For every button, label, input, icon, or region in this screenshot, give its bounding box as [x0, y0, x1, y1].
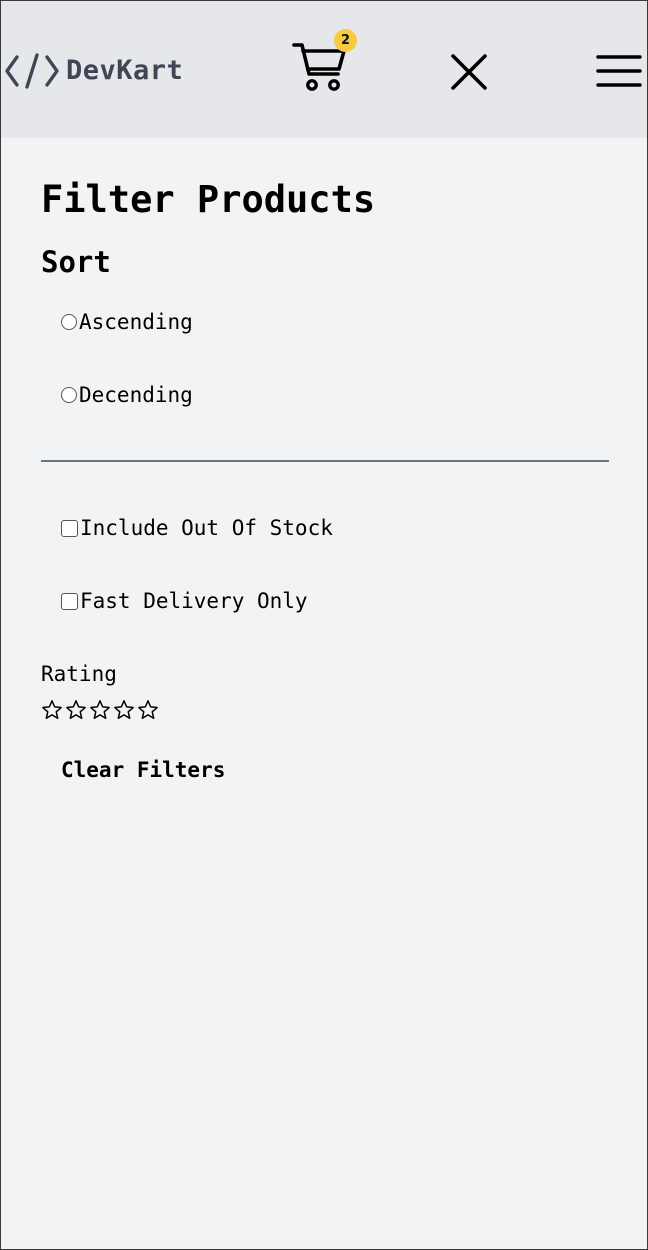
page-title: Filter Products: [41, 178, 376, 221]
star-1-icon[interactable]: [41, 699, 63, 721]
cart-count-badge: 2: [334, 29, 357, 52]
star-5-icon[interactable]: [137, 699, 159, 721]
fast-delivery-label: Fast Delivery Only: [80, 589, 308, 613]
close-filter-button[interactable]: [450, 53, 488, 91]
star-3-icon[interactable]: [89, 699, 111, 721]
fast-delivery-checkbox[interactable]: [61, 592, 78, 610]
include-out-of-stock-option[interactable]: Include Out Of Stock: [61, 514, 333, 542]
sort-descending-radio[interactable]: [61, 387, 77, 403]
star-2-icon[interactable]: [65, 699, 87, 721]
star-4-icon[interactable]: [113, 699, 135, 721]
sort-heading: Sort: [41, 245, 111, 279]
top-navbar: DevKart 2: [1, 1, 647, 138]
brand-logo-link[interactable]: DevKart: [4, 51, 183, 91]
sort-descending-option[interactable]: Decending: [61, 381, 193, 409]
sort-ascending-option[interactable]: Ascending: [61, 308, 193, 336]
clear-filters-button[interactable]: Clear Filters: [61, 756, 225, 784]
sort-ascending-label: Ascending: [79, 310, 193, 334]
sort-descending-label: Decending: [79, 383, 193, 407]
close-icon: [451, 54, 487, 90]
fast-delivery-option[interactable]: Fast Delivery Only: [61, 587, 308, 615]
section-divider: [41, 460, 609, 462]
include-out-of-stock-checkbox[interactable]: [61, 519, 78, 537]
rating-stars: [41, 699, 159, 721]
app-frame: DevKart 2 Filter Products Sort Ascending…: [0, 0, 648, 1250]
hamburger-menu-icon: [596, 55, 642, 87]
rating-label: Rating: [41, 662, 117, 686]
include-out-of-stock-label: Include Out Of Stock: [80, 516, 333, 540]
code-brackets-icon: [4, 51, 60, 91]
brand-name: DevKart: [66, 55, 184, 86]
cart-button[interactable]: 2: [292, 29, 357, 95]
hamburger-menu-button[interactable]: [596, 53, 642, 91]
sort-ascending-radio[interactable]: [61, 314, 77, 330]
